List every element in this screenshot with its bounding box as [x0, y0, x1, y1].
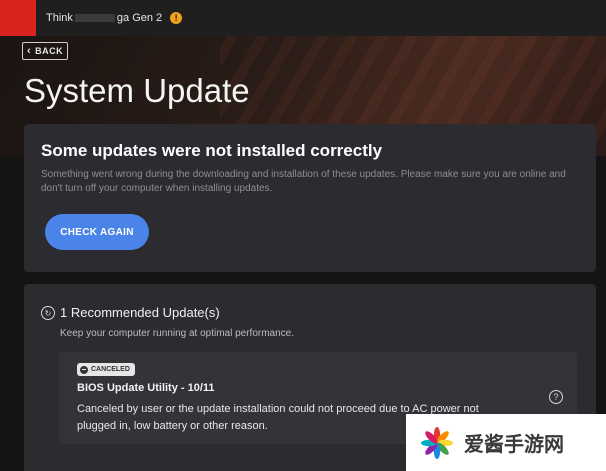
- status-badge: CANCELED: [77, 363, 135, 376]
- back-button-label: BACK: [35, 46, 64, 56]
- back-button[interactable]: ‹ BACK: [22, 42, 68, 60]
- update-item-title: BIOS Update Utility - 10/11: [77, 382, 215, 394]
- blurred-title-segment: [74, 14, 115, 23]
- recommended-heading: 1 Recommended Update(s): [60, 305, 220, 320]
- warning-icon[interactable]: !: [170, 12, 183, 24]
- title-bar: Think ga Gen 2 !: [0, 0, 606, 36]
- refresh-icon: ↻: [41, 306, 55, 320]
- app-logo: [0, 0, 36, 36]
- watermark: 爱酱手游网: [406, 414, 606, 471]
- pinwheel-logo-icon: [421, 426, 453, 459]
- recommended-subheading: Keep your computer running at optimal pe…: [60, 328, 295, 339]
- error-heading: Some updates were not installed correctl…: [41, 141, 383, 160]
- check-again-button[interactable]: CHECK AGAIN: [45, 214, 149, 250]
- watermark-text: 爱酱手游网: [464, 432, 564, 456]
- chevron-left-icon: ‹: [27, 44, 32, 57]
- error-description: Something went wrong during the download…: [41, 169, 566, 194]
- help-icon[interactable]: ?: [549, 390, 563, 404]
- window-title: Think ga Gen 2: [46, 12, 163, 24]
- canceled-icon: [80, 365, 88, 374]
- update-error-card: Some updates were not installed correctl…: [24, 124, 596, 272]
- status-badge-label: CANCELED: [91, 366, 130, 373]
- page-title: System Update: [24, 72, 250, 109]
